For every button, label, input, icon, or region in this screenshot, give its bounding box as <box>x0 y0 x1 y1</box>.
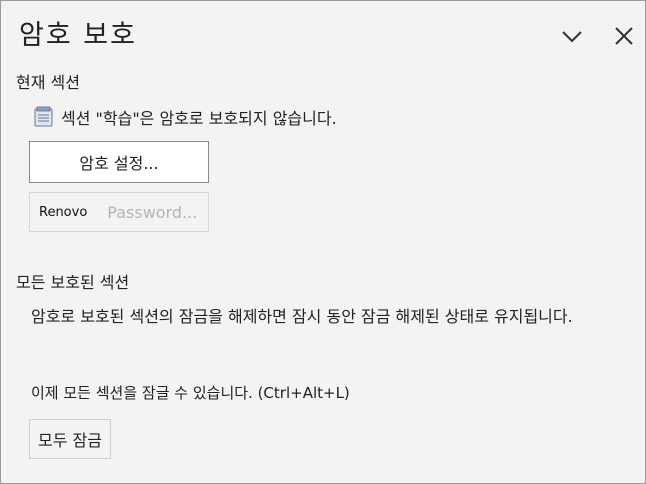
section-status-text: 섹션 "학습"은 암호로 보호되지 않습니다. <box>61 109 337 128</box>
close-icon <box>615 27 633 45</box>
pane-title: 암호 보호 <box>19 20 137 51</box>
unlock-description: 암호로 보호된 섹션의 잠금을 해제하면 잠시 동안 잠금 해제된 상태로 유지… <box>31 307 573 326</box>
current-section-heading: 현재 섹션 <box>16 73 80 92</box>
all-protected-heading: 모든 보호된 섹션 <box>16 273 130 292</box>
lock-all-label: 모두 잠금 <box>38 431 102 450</box>
section-status: 섹션 "학습"은 암호로 보호되지 않습니다. <box>33 105 337 129</box>
remove-password-button: Renovo Password... <box>29 192 209 232</box>
lock-hint-text: 이제 모든 섹션을 잠글 수 있습니다. (Ctrl+Alt+L) <box>31 384 350 402</box>
lock-all-button[interactable]: 모두 잠금 <box>29 419 111 459</box>
password-protection-pane: 암호 보호 현재 섹션 섹션 "학습"은 암호로 보호되지 않습니다. 암호 설… <box>0 0 646 484</box>
remove-password-prefix: Renovo <box>39 204 88 220</box>
notebook-section-icon <box>33 106 55 128</box>
collapse-pane-button[interactable] <box>559 23 585 49</box>
set-password-button[interactable]: 암호 설정... <box>29 141 209 183</box>
close-pane-button[interactable] <box>611 23 637 49</box>
set-password-label: 암호 설정... <box>79 154 159 173</box>
chevron-down-icon <box>562 31 582 43</box>
remove-password-label: Password... <box>107 202 198 222</box>
